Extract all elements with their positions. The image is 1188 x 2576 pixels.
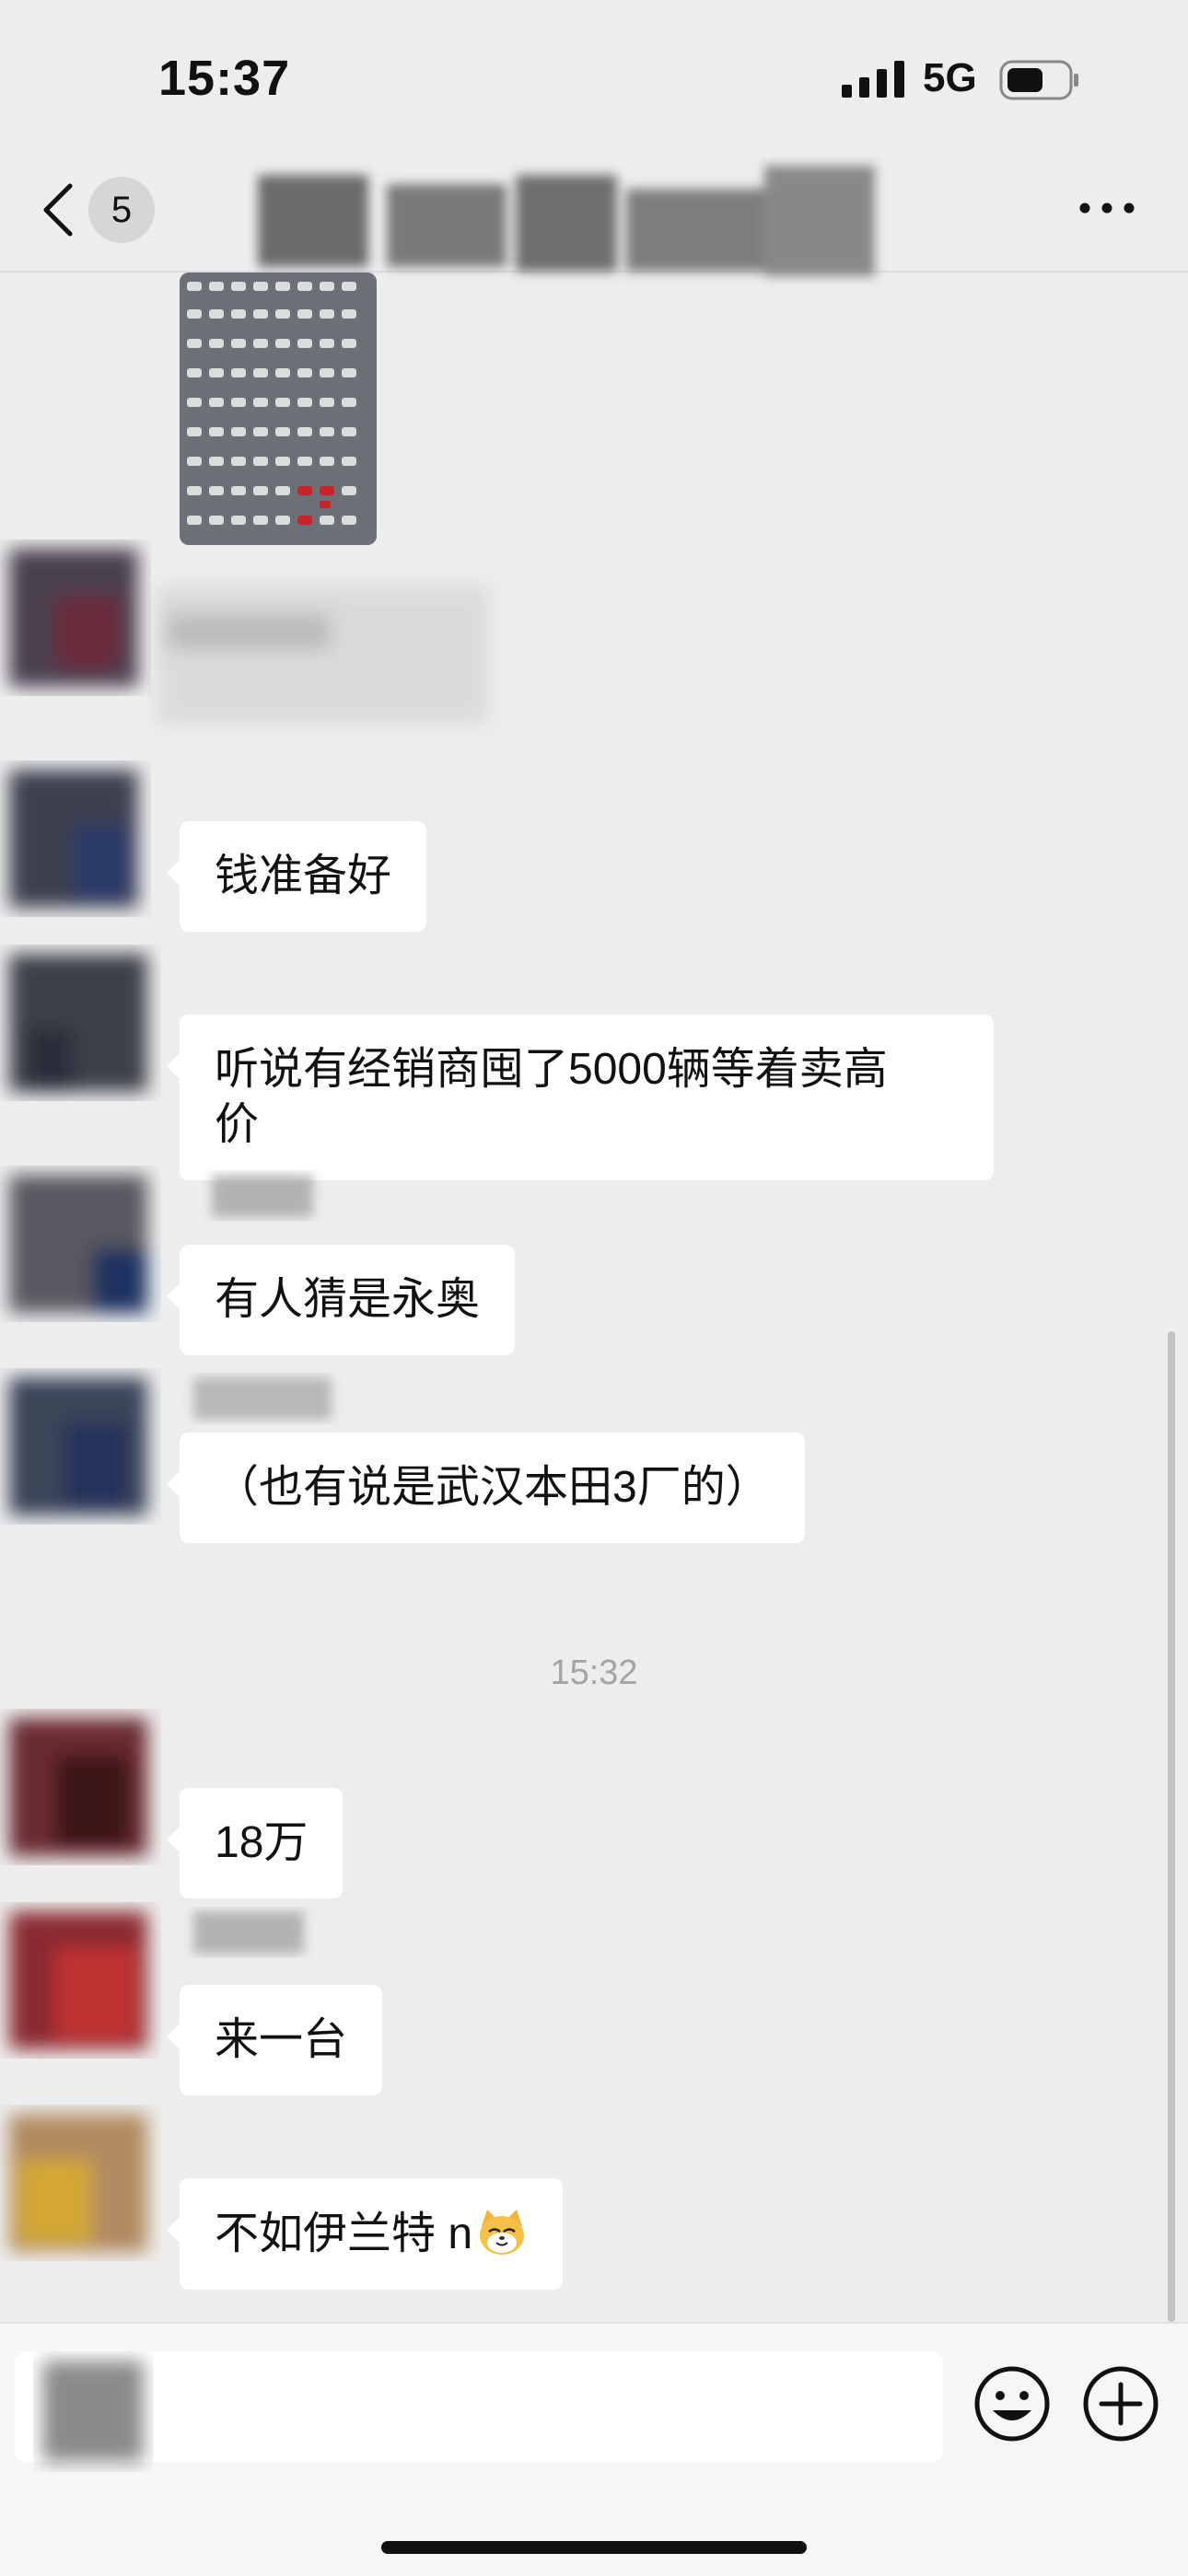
- message-bubble[interactable]: （也有说是武汉本田3厂的）: [167, 1433, 805, 1543]
- message-bubble[interactable]: 听说有经销商囤了5000辆等着卖高 价: [167, 1015, 994, 1180]
- chat-header: 5: [0, 157, 1188, 276]
- redacted-sender-name: [193, 1911, 304, 1954]
- avatar[interactable]: [0, 540, 166, 696]
- scrollbar[interactable]: [1168, 1331, 1175, 2322]
- redacted-sender-name: [193, 1377, 332, 1420]
- unread-count-badge[interactable]: 5: [88, 177, 155, 243]
- message-text: 不如伊兰特 n: [215, 2210, 473, 2258]
- message-bubble[interactable]: 来一台: [166, 1985, 383, 2095]
- time-divider: 15:32: [550, 1654, 638, 1692]
- avatar[interactable]: [0, 1368, 166, 1525]
- message-bubble[interactable]: 有人猜是永奥: [166, 1245, 516, 1355]
- avatar[interactable]: [0, 1902, 166, 2059]
- status-time: 15:37: [158, 51, 291, 106]
- redacted-input-overlay: [42, 2361, 144, 2462]
- message-bubble[interactable]: 18万: [166, 1788, 344, 1898]
- redacted-message-content: [157, 586, 488, 724]
- plus-circle-icon[interactable]: [1081, 2364, 1160, 2443]
- message-bubble[interactable]: 不如伊兰特 n: [166, 2178, 564, 2290]
- battery-icon: [999, 60, 1078, 100]
- message-list[interactable]: 钱准备好 听说有经销商囤了5000辆等着卖高 价 有人猜是永奥 （也有说是武汉本…: [0, 273, 1188, 2322]
- avatar[interactable]: [0, 1709, 166, 1865]
- avatar[interactable]: [0, 945, 166, 1101]
- message-bubble[interactable]: 钱准备好: [166, 821, 427, 932]
- smile-icon[interactable]: [973, 2364, 1052, 2443]
- avatar[interactable]: [0, 1166, 166, 1322]
- network-type: 5G: [923, 55, 977, 100]
- avatar[interactable]: [0, 760, 166, 917]
- input-bar: [0, 2322, 1188, 2576]
- signal-icon: [842, 61, 904, 98]
- more-options-icon[interactable]: [1077, 199, 1136, 217]
- back-chevron-icon[interactable]: [39, 180, 79, 239]
- cat-face-emoji-icon: [480, 2210, 525, 2255]
- status-bar: 15:37 5G: [0, 0, 1188, 157]
- home-indicator[interactable]: [381, 2541, 807, 2554]
- parking-lot-photo[interactable]: [180, 273, 377, 545]
- avatar[interactable]: [0, 2105, 166, 2261]
- redacted-sender-name: [212, 1175, 313, 1217]
